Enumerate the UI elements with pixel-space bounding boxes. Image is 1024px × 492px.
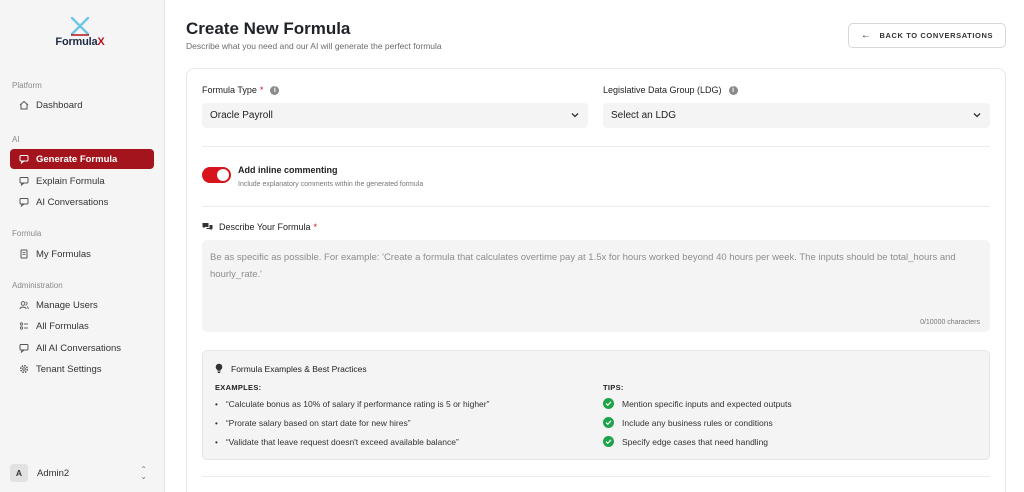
sidebar-item-tenant-settings[interactable]: Tenant Settings <box>10 359 154 379</box>
tip-item: Mention specific inputs and expected out… <box>603 398 792 409</box>
examples-panel: Formula Examples & Best Practices EXAMPL… <box>202 350 990 460</box>
formulax-logo[interactable]: FormulaX <box>40 16 120 52</box>
sidebar-item-label: Generate Formula <box>36 153 118 165</box>
section-label-formula: Formula <box>12 229 42 238</box>
tip-item: Specify edge cases that need handling <box>603 436 768 447</box>
info-icon[interactable]: i <box>270 85 280 95</box>
toggle-knob <box>217 169 229 181</box>
chat-bubbles-icon <box>202 223 213 231</box>
section-label-administration: Administration <box>12 281 63 290</box>
logo-text: FormulaX <box>55 36 105 48</box>
examples-heading: EXAMPLES: <box>215 383 262 392</box>
section-label-platform: Platform <box>12 81 42 90</box>
tip-item: Include any business rules or conditions <box>603 417 773 428</box>
check-circle-icon <box>603 398 614 409</box>
chevron-down-icon <box>571 113 579 118</box>
sidebar-item-label: Dashboard <box>36 99 83 111</box>
chevron-down-icon <box>973 113 981 118</box>
user-menu[interactable]: A Admin2 ⌃ ⌄ <box>10 463 155 483</box>
describe-formula-label: Describe Your Formula * <box>202 222 317 232</box>
tips-heading: TIPS: <box>603 383 624 392</box>
ldg-label: Legislative Data Group (LDG) i <box>603 85 738 95</box>
sidebar-item-ai-conversations[interactable]: AI Conversations <box>10 192 154 212</box>
sidebar-item-label: All Formulas <box>36 320 89 332</box>
check-circle-icon <box>603 417 614 428</box>
page-title: Create New Formula <box>186 19 351 38</box>
sidebar-item-my-formulas[interactable]: My Formulas <box>10 244 154 264</box>
formula-type-select[interactable]: Oracle Payroll <box>202 103 588 128</box>
example-item: • “Validate that leave request doesn't ex… <box>215 437 459 447</box>
sidebar-item-manage-users[interactable]: Manage Users <box>10 295 154 315</box>
formula-type-label: Formula Type * i <box>202 85 280 95</box>
inline-commenting-toggle[interactable] <box>202 167 231 183</box>
inline-commenting-description: Include explanatory comments within the … <box>238 181 424 188</box>
arrow-left-icon: ← <box>860 30 872 41</box>
sidebar-item-label: Manage Users <box>36 299 98 311</box>
users-icon <box>19 300 29 310</box>
divider <box>202 206 990 207</box>
ldg-value: Select an LDG <box>611 110 677 121</box>
back-button-label: BACK TO CONVERSATIONS <box>879 31 994 40</box>
sidebar-item-label: Explain Formula <box>36 175 105 187</box>
message-icon <box>19 343 29 353</box>
lightbulb-icon <box>215 363 223 373</box>
list-icon <box>19 321 29 331</box>
textarea-placeholder: Be as specific as possible. For example:… <box>210 252 956 280</box>
sidebar-item-label: My Formulas <box>36 248 91 260</box>
check-circle-icon <box>603 436 614 447</box>
inline-commenting-label: Add inline commenting <box>238 165 338 175</box>
user-name: Admin2 <box>37 467 70 479</box>
message-icon <box>19 197 29 207</box>
back-to-conversations-button[interactable]: ← BACK TO CONVERSATIONS <box>848 23 1006 48</box>
example-item: • “Prorate salary based on start date for… <box>215 418 411 428</box>
character-count: 0/10000 characters <box>920 319 980 326</box>
page-subtitle: Describe what you need and our AI will g… <box>186 41 442 51</box>
chevron-up-down-icon: ⌃ ⌄ <box>140 465 147 481</box>
sidebar-item-label: All AI Conversations <box>36 342 122 354</box>
home-icon <box>19 100 29 110</box>
sidebar-item-generate-formula[interactable]: Generate Formula <box>10 149 154 169</box>
ldg-select[interactable]: Select an LDG <box>603 103 990 128</box>
section-label-ai: AI <box>12 135 20 144</box>
avatar: A <box>10 464 28 482</box>
sidebar-item-label: Tenant Settings <box>36 363 102 375</box>
sidebar-item-explain-formula[interactable]: Explain Formula <box>10 171 154 191</box>
sidebar-item-all-ai-conversations[interactable]: All AI Conversations <box>10 338 154 358</box>
gear-icon <box>19 364 29 374</box>
sidebar: FormulaX Platform Dashboard AI Generate … <box>0 0 165 492</box>
message-icon <box>19 176 29 186</box>
sidebar-item-dashboard[interactable]: Dashboard <box>10 95 154 115</box>
formula-description-textarea[interactable]: Be as specific as possible. For example:… <box>202 240 990 332</box>
info-icon[interactable]: i <box>728 85 738 95</box>
sidebar-item-all-formulas[interactable]: All Formulas <box>10 316 154 336</box>
logo-x-icon <box>70 16 90 36</box>
divider <box>202 146 990 147</box>
example-item: • “Calculate bonus as 10% of salary if pe… <box>215 399 490 409</box>
chat-bubble-icon <box>19 154 29 164</box>
sidebar-item-label: AI Conversations <box>36 196 109 208</box>
divider <box>202 476 990 477</box>
formula-type-value: Oracle Payroll <box>210 110 273 121</box>
examples-title: Formula Examples & Best Practices <box>215 363 367 374</box>
document-icon <box>19 249 29 259</box>
